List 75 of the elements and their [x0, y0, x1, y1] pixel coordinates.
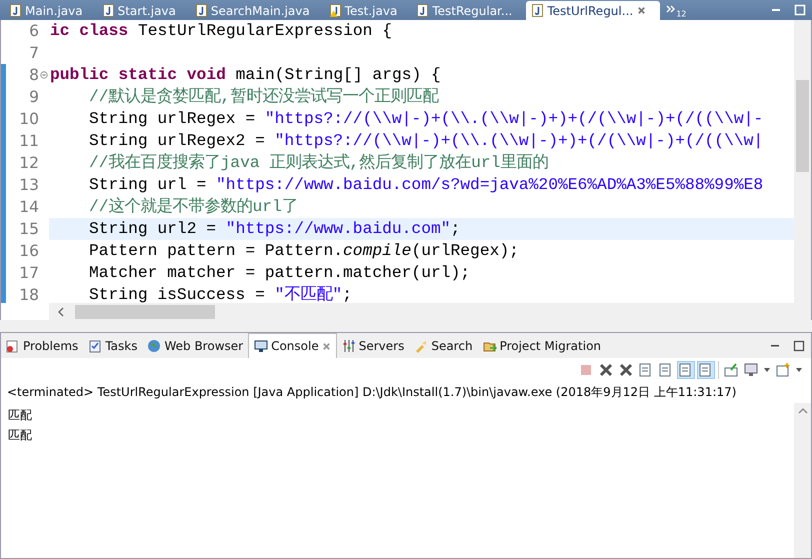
line-number: 14: [19, 198, 39, 216]
flashlight-icon: [414, 339, 428, 353]
maximize-icon[interactable]: [793, 340, 805, 352]
line-number: 9: [29, 88, 39, 106]
view-tab[interactable]: Tasks: [83, 334, 142, 358]
scroll-up-icon[interactable]: [798, 407, 808, 415]
line-number: 15: [19, 220, 39, 238]
chevrons-icon: [666, 4, 676, 13]
checklist-icon: [88, 339, 102, 353]
code-line: public static void main(String[] args) {: [50, 64, 441, 86]
remove-all-icon[interactable]: [618, 362, 634, 378]
close-icon[interactable]: [322, 342, 331, 350]
code-line: //这个就是不带参数的url了: [89, 196, 298, 218]
tab-label: Problems: [23, 339, 78, 353]
globe-icon: [147, 339, 162, 353]
code-line: //我在百度搜索了java 正则表达式,然后复制了放在url里面的: [89, 152, 548, 174]
close-icon[interactable]: [637, 6, 646, 15]
tab-label: Main.java: [25, 4, 83, 18]
tab-label: Test.java: [344, 4, 398, 18]
line-number: 8: [29, 66, 39, 84]
tab-label: Servers: [358, 339, 404, 353]
code-line: String urlRegex2 = "https?://(\\w|-)+(\\.(\\w|-)+)+(/(\\w|-)+(/((\\w|: [89, 130, 764, 152]
tab-overflow-button[interactable]: 12: [666, 2, 686, 18]
monitor-icon[interactable]: [743, 362, 759, 378]
remove-icon[interactable]: [598, 362, 614, 378]
vertical-scrollbar[interactable]: [794, 20, 811, 320]
console-output-line: 匹配: [8, 407, 33, 424]
editor-tab[interactable]: Start.java: [96, 1, 190, 20]
editor-tab[interactable]: SearchMain.java: [190, 1, 324, 20]
code-line: //默认是贪婪匹配,暂时还没尝试写一个正则匹配: [89, 86, 438, 108]
tab-label: Web Browser: [164, 339, 244, 353]
new-console-icon[interactable]: [775, 362, 791, 378]
warning-list-icon: [6, 339, 20, 353]
line-number: 6: [29, 22, 39, 40]
vertical-scrollbar[interactable]: [794, 403, 811, 558]
monitor-icon: [254, 339, 268, 353]
editor-tab[interactable]: Main.java: [4, 1, 97, 20]
tab-label: Console: [271, 339, 319, 353]
dropdown-caret-icon[interactable]: [795, 366, 803, 374]
view-tab[interactable]: Problems: [1, 334, 84, 358]
tab-label: SearchMain.java: [210, 4, 310, 18]
code-line: ic class TestUrlRegularExpression {: [50, 20, 392, 42]
code-line: String url2 = "https://www.baidu.com";: [89, 218, 460, 240]
fold-icon[interactable]: [40, 71, 48, 79]
line-number: 10: [19, 110, 39, 128]
editor-tab[interactable]: TestRegular...: [411, 1, 526, 20]
tab-label: Project Migration: [500, 339, 602, 353]
sliders-icon: [342, 339, 356, 353]
line-number: 17: [19, 264, 39, 282]
code-line: String url = "https://www.baidu.com/s?wd=java%20%E6%AD%A3%E5%88%99%E8: [89, 174, 764, 196]
editor-tab[interactable]: TestUrlRegul...: [526, 1, 660, 20]
tab-label: Tasks: [105, 339, 138, 353]
line-number: 12: [19, 154, 39, 172]
view-tab[interactable]: Console: [248, 333, 337, 358]
dropdown-caret-icon[interactable]: [763, 366, 771, 374]
tab-label: Search: [431, 339, 473, 353]
view-tab[interactable]: Web Browser: [142, 334, 248, 358]
tab-label: Start.java: [118, 4, 176, 18]
line-number: 13: [19, 176, 39, 194]
console-output-line: 匹配: [8, 427, 33, 444]
code-line: String urlRegex = "https?://(\\w|-)+(\\.(\\w|-)+)+(/(\\w|-)+(/((\\w|-: [89, 108, 764, 130]
view-tab[interactable]: Project Migration: [478, 334, 606, 358]
line-number: 18: [19, 286, 39, 303]
code-line: String isSuccess = "不匹配";: [89, 284, 352, 303]
code-line: Matcher matcher = pattern.matcher(url);: [89, 262, 470, 284]
view-tab[interactable]: Search: [409, 334, 478, 358]
line-number: 7: [29, 44, 39, 62]
tab-label: TestUrlRegul...: [547, 4, 634, 18]
code-line: Pattern pattern = Pattern.compile(urlRegex);: [89, 240, 519, 262]
editor-tab[interactable]: Test.java: [324, 1, 412, 20]
line-number: 16: [19, 242, 39, 260]
tab-label: TestRegular...: [432, 4, 512, 18]
view-tab[interactable]: Servers: [336, 334, 410, 358]
line-number: 11: [19, 132, 39, 150]
process-status: <terminated> TestUrlRegularExpression [Java Application] D:\Jdk\Install(1.7)\bin\javaw.exe (2018年9月12日 上午11:31:17): [6, 384, 738, 401]
